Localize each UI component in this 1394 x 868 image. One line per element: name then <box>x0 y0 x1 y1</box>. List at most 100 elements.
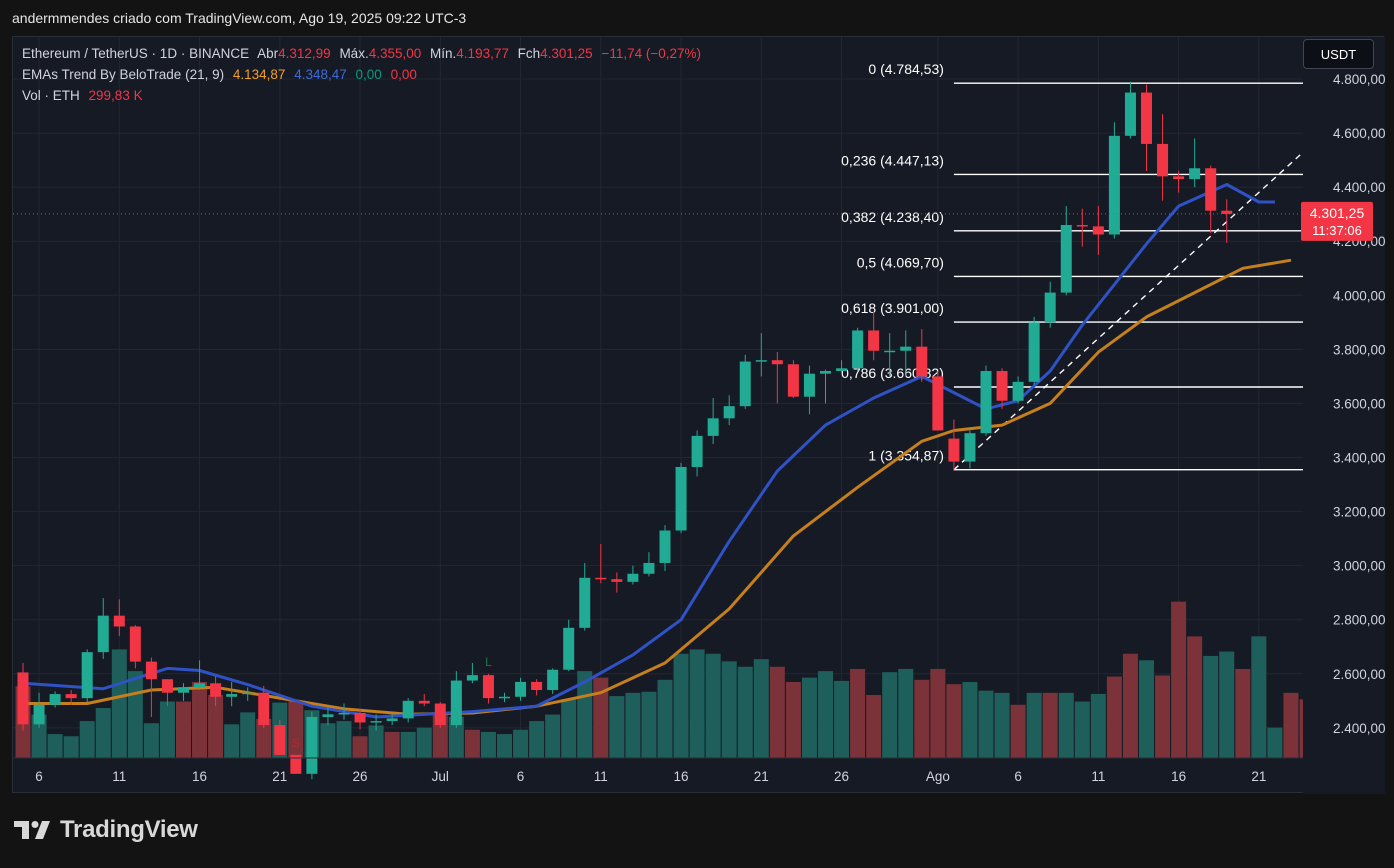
volume-bar <box>111 649 127 758</box>
volume-bar <box>1219 651 1235 758</box>
candle-body <box>370 721 382 723</box>
volume-bar <box>914 679 930 758</box>
price-tag-countdown: 11:37:06 <box>1312 223 1362 238</box>
candle-body <box>466 675 478 681</box>
price-axis-tick: 3.600,00 <box>1333 396 1385 411</box>
chart-frame[interactable]: 0 (4.784,53) 0,236 (4.447,13) 0,382 (4.238… <box>12 36 1385 794</box>
volume-bar <box>882 672 898 758</box>
ema-slow-value: 4.134,87 <box>232 67 286 82</box>
volume-bar <box>705 653 721 758</box>
low-value: 4.193,77 <box>456 46 509 61</box>
volume-bar <box>400 731 416 758</box>
volume-bar <box>384 731 400 758</box>
candle-body <box>675 466 687 531</box>
volume-bar <box>79 721 95 758</box>
candle-body <box>338 712 350 715</box>
volume-bar <box>978 690 994 758</box>
volume-bar <box>721 661 737 758</box>
volume-bar <box>657 679 673 758</box>
candle-body <box>1124 92 1136 136</box>
price-axis-tick: 4.400,00 <box>1333 180 1385 195</box>
volume-bar <box>127 671 143 758</box>
candle-body <box>17 672 29 725</box>
candle-body <box>884 350 896 353</box>
volume-bar <box>1187 636 1203 758</box>
symbol-title[interactable]: Ethereum / TetherUS · 1D · BINANCE <box>22 46 249 61</box>
candle-body <box>113 615 125 627</box>
fib-level-label: 0 (4.784,53) <box>868 61 944 77</box>
time-axis-tick: 11 <box>1091 769 1105 784</box>
candle-body <box>563 627 575 670</box>
price-axis-tick: 4.000,00 <box>1333 288 1385 303</box>
open-value: 4.312,99 <box>278 46 331 61</box>
candle-body <box>868 330 880 351</box>
price-axis-tick: 3.200,00 <box>1333 505 1385 520</box>
volume-bar <box>1090 693 1106 758</box>
price-chart[interactable]: 0 (4.784,53) 0,236 (4.447,13) 0,382 (4.238… <box>13 37 1385 794</box>
price-axis-tick: 4.600,00 <box>1333 126 1385 141</box>
volume-bar <box>1026 692 1042 758</box>
volume-bar <box>1155 675 1171 758</box>
candle-body <box>145 661 157 680</box>
volume-bar <box>946 684 962 758</box>
volume-bar <box>850 668 866 758</box>
candle-body <box>354 712 366 723</box>
candle-body <box>33 704 45 725</box>
volume-bar <box>1203 655 1219 758</box>
currency-button[interactable]: USDT <box>1303 39 1374 69</box>
open-label: Abr <box>257 46 279 61</box>
volume-bar <box>480 731 496 758</box>
volume-bar <box>513 729 529 758</box>
fib-level-label: 0,382 (4.238,40) <box>841 209 944 225</box>
time-axis-tick: 16 <box>192 769 207 784</box>
candle-body <box>1157 143 1169 177</box>
ema-lines <box>22 183 1292 719</box>
candle-body <box>322 714 334 718</box>
signal-label: L <box>485 655 492 669</box>
fib-level-label: 0,618 (3.901,00) <box>841 300 944 316</box>
fib-level-label: 0,236 (4.447,13) <box>841 152 944 168</box>
volume-bar <box>609 696 625 758</box>
high-label: Máx. <box>339 46 369 61</box>
fib-level-label: 0,5 (4.069,70) <box>857 254 944 270</box>
close-label: Fch <box>517 46 541 61</box>
candle-body <box>531 681 543 691</box>
candle-body <box>97 615 109 653</box>
ema-fast-value: 4.348,47 <box>294 67 347 82</box>
volume-bar <box>1010 704 1026 758</box>
candle-body <box>948 438 960 462</box>
price-axis-tick: 3.800,00 <box>1333 342 1385 357</box>
volume-bar <box>866 695 882 758</box>
candle-body <box>482 675 494 699</box>
price-axis-tick: 2.800,00 <box>1333 613 1385 628</box>
volume-bar <box>801 677 817 758</box>
ema-extra-value-1: 0,00 <box>355 67 382 82</box>
volume-bar <box>930 668 946 758</box>
price-axis-tick: 2.400,00 <box>1333 721 1385 736</box>
candle-body <box>964 433 976 462</box>
candle-body <box>996 371 1008 401</box>
volume-indicator-name[interactable]: Vol · ETH <box>22 88 80 103</box>
volume-bar <box>785 681 801 758</box>
price-tag-price: 4.301,25 <box>1310 205 1365 221</box>
time-axis-tick: 21 <box>754 769 769 784</box>
volume-bar <box>416 727 432 758</box>
candle-body <box>643 562 655 574</box>
ema-indicator-name[interactable]: EMAs Trend By BeloTrade (21, 9) <box>22 67 224 82</box>
volume-bar <box>1251 636 1267 758</box>
price-axis-tick: 4.800,00 <box>1333 72 1385 87</box>
time-axis-tick: Jul <box>432 769 449 784</box>
volume-bar <box>1122 653 1138 758</box>
volume-bar <box>176 701 191 758</box>
candle-body <box>178 687 189 693</box>
fib-level-label: 1 (3.354,87) <box>868 448 944 464</box>
tradingview-logo[interactable]: TradingView <box>14 816 198 844</box>
volume-bar <box>320 723 336 758</box>
candle-body <box>65 694 77 699</box>
volume-bars <box>15 601 1315 758</box>
candle-body <box>418 700 430 704</box>
time-axis-tick: 21 <box>272 769 287 784</box>
candle-body <box>1141 92 1152 144</box>
volume-bar <box>962 681 978 758</box>
time-axis-tick: 21 <box>1251 769 1266 784</box>
